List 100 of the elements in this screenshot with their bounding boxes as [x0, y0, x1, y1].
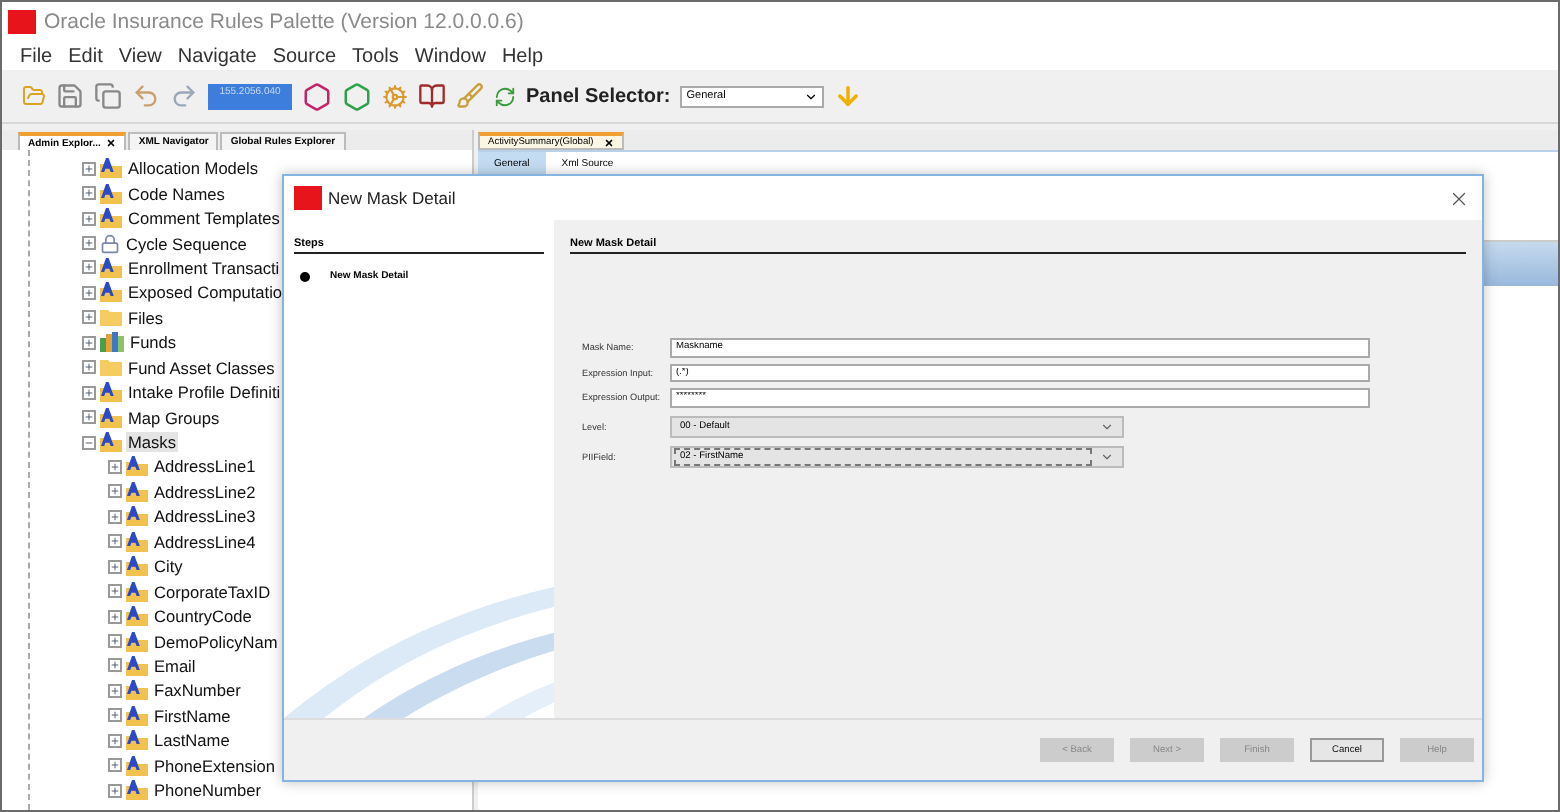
expand-icon[interactable] [82, 236, 96, 251]
rule-folder-icon [126, 780, 148, 801]
rule-folder-icon [126, 581, 148, 602]
app-logo-icon [8, 10, 36, 34]
expand-icon[interactable] [108, 534, 122, 549]
folder-icon [100, 358, 122, 377]
expand-icon[interactable] [108, 758, 122, 773]
tree-item[interactable]: Map Groups [126, 407, 222, 428]
tree-item[interactable]: Intake Profile Definiti [126, 382, 283, 403]
expand-icon[interactable] [108, 509, 122, 524]
expand-icon[interactable] [108, 559, 122, 574]
tree-item[interactable]: Cycle Sequence [124, 233, 249, 254]
tree-item[interactable]: City [152, 556, 185, 577]
tree-item[interactable]: PhoneNumber [152, 780, 264, 801]
expand-icon[interactable] [108, 683, 122, 698]
rule-folder-icon [126, 755, 148, 776]
expand-icon[interactable] [108, 634, 122, 649]
open-folder-icon[interactable] [22, 84, 46, 108]
book-icon[interactable] [418, 82, 446, 110]
rule-folder-icon [100, 257, 122, 278]
tree-item[interactable]: Masks [126, 432, 178, 453]
menu-item[interactable]: Help [501, 45, 544, 67]
expand-icon[interactable] [108, 658, 122, 673]
collapse-icon[interactable] [82, 435, 96, 450]
menu-item[interactable]: Tools [352, 45, 399, 67]
app-logo-icon [294, 186, 322, 210]
tree-item[interactable]: FaxNumber [152, 680, 243, 701]
expand-icon[interactable] [82, 385, 96, 400]
tree-item[interactable]: Email [152, 655, 198, 676]
expand-icon[interactable] [108, 459, 122, 474]
rule-folder-icon [126, 456, 148, 477]
menu-item[interactable]: Window [414, 45, 486, 67]
expand-icon[interactable] [108, 708, 122, 723]
hexagon-icon[interactable] [342, 81, 372, 111]
expand-icon[interactable] [82, 211, 96, 226]
tree-item[interactable]: CountryCode [152, 606, 254, 627]
lock-icon [100, 233, 120, 254]
undo-icon[interactable] [132, 82, 160, 110]
expand-icon[interactable] [108, 584, 122, 599]
rule-folder-icon [100, 282, 122, 303]
menu-item[interactable]: Navigate [177, 45, 257, 67]
gear-icon[interactable] [382, 83, 408, 109]
refresh-icon[interactable] [494, 85, 516, 107]
tree-item[interactable]: DemoPolicyNam [152, 631, 280, 652]
folder-icon [100, 308, 122, 327]
hexagon-icon[interactable] [302, 81, 332, 111]
rule-folder-icon [126, 680, 148, 701]
tree-item[interactable]: Funds [128, 332, 179, 353]
expand-icon[interactable] [82, 360, 96, 375]
rule-folder-icon [100, 208, 122, 229]
save-icon[interactable] [56, 82, 84, 110]
expand-icon[interactable] [82, 260, 96, 275]
tree-item[interactable]: Exposed Computatio [126, 282, 285, 303]
rule-folder-icon [100, 158, 122, 179]
menu-item[interactable]: View [118, 45, 162, 67]
menu-item[interactable]: File [20, 45, 53, 67]
tree-item[interactable]: AddressLine4 [152, 531, 258, 552]
tree-item[interactable]: AddressLine2 [152, 481, 258, 502]
rule-folder-icon [126, 506, 148, 527]
tree-item[interactable]: FirstName [152, 705, 233, 726]
expand-icon[interactable] [82, 310, 96, 325]
tree-item[interactable]: Fund Asset Classes [126, 357, 277, 378]
rule-folder-icon [100, 183, 122, 204]
chevron-down-icon [1100, 419, 1114, 433]
expand-icon[interactable] [108, 733, 122, 748]
books-icon [100, 332, 124, 353]
expand-icon[interactable] [82, 285, 96, 300]
rule-folder-icon [100, 407, 122, 428]
menu-item[interactable]: Edit [68, 45, 103, 67]
close-icon[interactable] [1448, 187, 1470, 209]
tree-item[interactable]: AddressLine1 [152, 456, 258, 477]
close-icon[interactable] [603, 137, 614, 147]
expand-icon[interactable] [108, 783, 122, 798]
tree-item[interactable]: Code Names [126, 183, 227, 204]
expand-icon[interactable] [108, 609, 122, 624]
panel-selector-label: Panel Selector: [526, 85, 671, 107]
dialog-title: New Mask Detail [328, 188, 458, 208]
expand-icon[interactable] [82, 335, 96, 350]
expand-icon[interactable] [82, 186, 96, 201]
rule-folder-icon [126, 631, 148, 652]
rule-folder-icon [126, 705, 148, 726]
redo-icon[interactable] [170, 82, 198, 110]
rule-folder-icon [126, 481, 148, 502]
tree-item[interactable]: LastName [152, 730, 232, 751]
save-all-icon[interactable] [94, 82, 122, 110]
tree-item[interactable]: AddressLine3 [152, 506, 258, 527]
expand-icon[interactable] [108, 484, 122, 499]
rule-folder-icon [126, 730, 148, 751]
expand-icon[interactable] [82, 410, 96, 425]
close-icon[interactable] [106, 138, 117, 148]
tree-item[interactable]: Files [126, 307, 166, 328]
tree-item[interactable]: Comment Templates [126, 208, 282, 229]
tree-item[interactable]: Enrollment Transacti [126, 257, 282, 278]
menu-item[interactable]: Source [272, 45, 337, 67]
rule-folder-icon [126, 531, 148, 552]
tree-item[interactable]: Allocation Models [126, 158, 261, 179]
expand-icon[interactable] [82, 161, 96, 176]
tree-item[interactable]: CorporateTaxID [152, 581, 273, 602]
broom-icon[interactable] [456, 82, 484, 110]
tree-item[interactable]: PhoneExtension [152, 755, 277, 776]
